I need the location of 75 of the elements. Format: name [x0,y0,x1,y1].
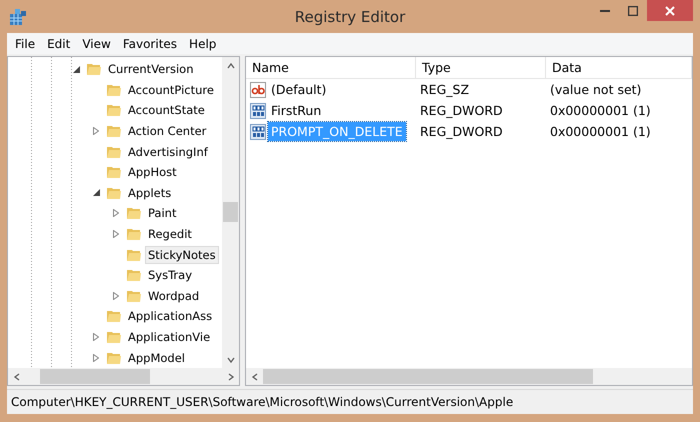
tree-item[interactable]: SysTray [145,266,196,284]
collapsed-arrow-icon[interactable] [93,354,99,362]
folder-icon [126,288,142,303]
tree-item[interactable]: Applets [125,184,174,202]
horizontal-scrollbar[interactable] [246,368,692,385]
tree-item[interactable]: AccountState [125,101,208,120]
value-type: REG_DWORD [419,102,504,120]
scroll-up-icon[interactable] [226,62,234,70]
scroll-right-icon[interactable] [226,372,234,380]
expanded-arrow-icon[interactable] [92,189,100,196]
folder-icon [126,248,142,262]
maximize-icon [628,6,638,16]
tree-item[interactable]: StickyNotes [145,246,219,264]
folder-icon [106,124,122,138]
value-data: (value not set) [549,81,642,99]
window-title: Registry Editor [294,8,406,26]
value-type: REG_SZ [419,81,470,99]
tree-item[interactable]: ApplicationVie [125,328,214,346]
folder-icon [126,268,142,282]
value-data: 0x00000001 (1) [549,123,652,141]
tree-item[interactable]: CurrentVersion [105,60,196,78]
binary-value-icon [250,124,266,140]
string-value-icon [250,82,266,98]
menu-item[interactable]: Help [183,36,222,50]
folder-icon [126,227,142,242]
scroll-thumb[interactable] [223,202,238,222]
scroll-left-icon[interactable] [250,372,258,380]
tree-item[interactable]: Paint [145,204,180,222]
value-data: 0x00000001 (1) [549,102,652,120]
horizontal-scrollbar[interactable] [8,368,239,385]
collapsed-arrow-icon[interactable] [113,292,119,300]
registry-path: Computer\HKEY_CURRENT_USER\Software\Microsoft\Windows\CurrentVersion\Apple [11,395,514,409]
tree-item[interactable]: AppHost [125,163,180,182]
value-name[interactable]: (Default) [268,80,330,99]
collapsed-arrow-icon[interactable] [93,127,99,136]
tree-item[interactable]: Wordpad [145,286,202,305]
tree-item[interactable]: ApplicationAss [125,307,216,326]
menu-item[interactable]: Edit [41,36,76,50]
collapsed-arrow-icon[interactable] [93,333,99,342]
column-header[interactable]: Name [246,57,416,79]
value-type: REG_DWORD [419,123,504,141]
minimize-icon [600,10,610,12]
folder-icon [86,62,102,76]
scroll-thumb[interactable] [40,369,150,384]
menu-item[interactable]: Favorites [116,36,184,50]
folder-icon [126,206,142,220]
folder-icon [106,103,122,118]
tree-item[interactable]: Regedit [145,225,195,244]
close-button[interactable] [647,0,693,21]
tree-item[interactable]: AppModel [125,348,188,367]
menu-item[interactable]: File [9,36,42,50]
value-name[interactable]: FirstRun [268,101,324,120]
column-header[interactable]: Data [546,57,692,79]
close-icon [665,6,675,16]
collapsed-arrow-icon[interactable] [113,209,119,218]
folder-icon [106,165,122,180]
folder-icon [106,144,122,159]
folder-icon [106,350,122,365]
tree-item[interactable]: AdvertisingInf [125,142,211,161]
scroll-left-icon[interactable] [12,372,20,380]
scroll-down-icon[interactable] [226,356,234,364]
tree-item[interactable]: Action Center [125,122,210,140]
vertical-scrollbar[interactable] [222,57,239,368]
folder-icon [106,330,122,344]
binary-value-icon [250,102,266,118]
menu-item[interactable]: View [76,36,117,50]
folder-icon [106,309,122,324]
app-icon [9,8,27,26]
collapsed-arrow-icon[interactable] [113,230,119,238]
column-header[interactable]: Type [416,57,546,79]
expanded-arrow-icon[interactable] [72,66,80,73]
folder-icon [106,186,122,200]
folder-icon [106,82,122,97]
tree-item[interactable]: AccountPicture [125,80,217,99]
scroll-thumb[interactable] [263,369,593,384]
